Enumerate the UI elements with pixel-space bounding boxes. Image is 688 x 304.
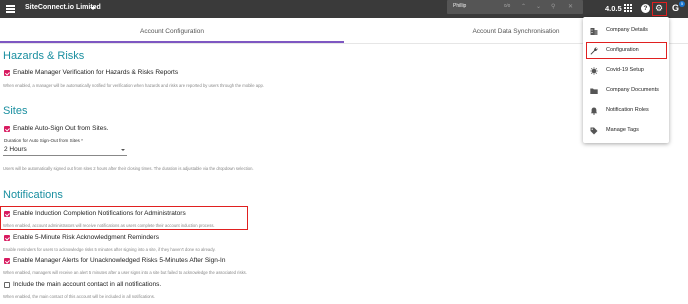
menu-item-label: Covid-19 Setup (606, 67, 644, 73)
option-label: Enable Auto-Sign Out from Sites. (13, 125, 109, 132)
apps-grid-icon[interactable] (624, 4, 632, 12)
menu-item-company-details[interactable]: Company Details (583, 22, 669, 40)
menu-item-label: Notification Roles (606, 107, 649, 113)
option-help-text: Enable reminders for users to acknowledg… (3, 247, 216, 252)
tag-icon (590, 127, 598, 135)
filter-icon[interactable]: ⚲ (551, 3, 555, 10)
option-help-text: When enabled, managers will receive an a… (3, 270, 247, 275)
hamburger-menu-icon[interactable] (6, 5, 15, 13)
building-icon (590, 28, 598, 35)
duration-select[interactable]: 2 Hours (3, 144, 127, 156)
section-title-notifications: Notifications (3, 189, 63, 201)
help-icon[interactable]: ? (641, 4, 650, 13)
bell-icon (590, 107, 598, 115)
top-bar: SiteConnect.io Limited Phillip 0/0 ⌃ ⌄ ⚲… (0, 0, 688, 18)
chevron-down-icon[interactable] (90, 7, 96, 10)
option-label: Enable Manager Alerts for Unacknowledged… (13, 257, 226, 264)
chevron-down-icon[interactable]: ⌄ (536, 3, 541, 10)
menu-item-company-documents[interactable]: Company Documents (583, 82, 669, 100)
duration-value: 2 Hours (4, 146, 27, 153)
option-help-text: When enabled, a manager will be automati… (3, 83, 264, 88)
search-count: 0/0 (504, 3, 511, 8)
gear-icon: ⚙ (655, 3, 664, 13)
settings-button[interactable]: ⚙ (652, 2, 667, 16)
version-label: 4.0.5 (605, 4, 622, 13)
option-label: Enable 5-Minute Risk Acknowledgment Remi… (13, 234, 159, 241)
highlight-box (586, 42, 667, 59)
section-title-hazards: Hazards & Risks (3, 50, 85, 62)
search-input[interactable]: Phillip 0/0 ⌃ ⌄ ⚲ ✕ (447, 0, 583, 14)
highlight-box (0, 206, 248, 230)
menu-item-notification-roles[interactable]: Notification Roles (583, 102, 669, 120)
duration-label: Duration for Auto Sign-Out from Sites * (4, 138, 83, 143)
checkbox-main-contact[interactable] (4, 282, 10, 288)
option-help-text: Users will be automatically signed out f… (3, 166, 254, 171)
google-icon[interactable]: G (672, 3, 679, 13)
close-icon[interactable]: ✕ (568, 3, 573, 10)
checkbox-risk-reminders[interactable] (4, 235, 10, 241)
chevron-up-icon[interactable]: ⌃ (521, 3, 526, 10)
tab-account-configuration[interactable]: Account Configuration (0, 18, 344, 42)
checkbox-manager-alerts[interactable] (4, 258, 10, 264)
menu-item-manage-tags[interactable]: Manage Tags (583, 122, 669, 140)
settings-dropdown-menu: Company Details Configuration Covid-19 S… (583, 17, 669, 143)
menu-item-label: Company Documents (606, 87, 659, 93)
menu-item-covid-setup[interactable]: Covid-19 Setup (583, 62, 669, 80)
virus-icon (590, 67, 598, 75)
option-label: Include the main account contact in all … (13, 281, 162, 288)
notification-badge: 5 (679, 1, 685, 7)
menu-item-label: Manage Tags (606, 127, 639, 133)
checkbox-manager-verification[interactable] (4, 70, 10, 76)
checkbox-auto-sign-out[interactable] (4, 126, 10, 132)
dropdown-arrow-icon (121, 149, 125, 151)
option-help-text: When enabled, the main contact of this a… (3, 294, 156, 299)
search-value: Phillip (453, 3, 467, 9)
menu-item-label: Company Details (606, 27, 648, 33)
option-label: Enable Manager Verification for Hazards … (13, 69, 179, 76)
folder-icon (590, 88, 598, 94)
section-title-sites: Sites (3, 105, 28, 117)
